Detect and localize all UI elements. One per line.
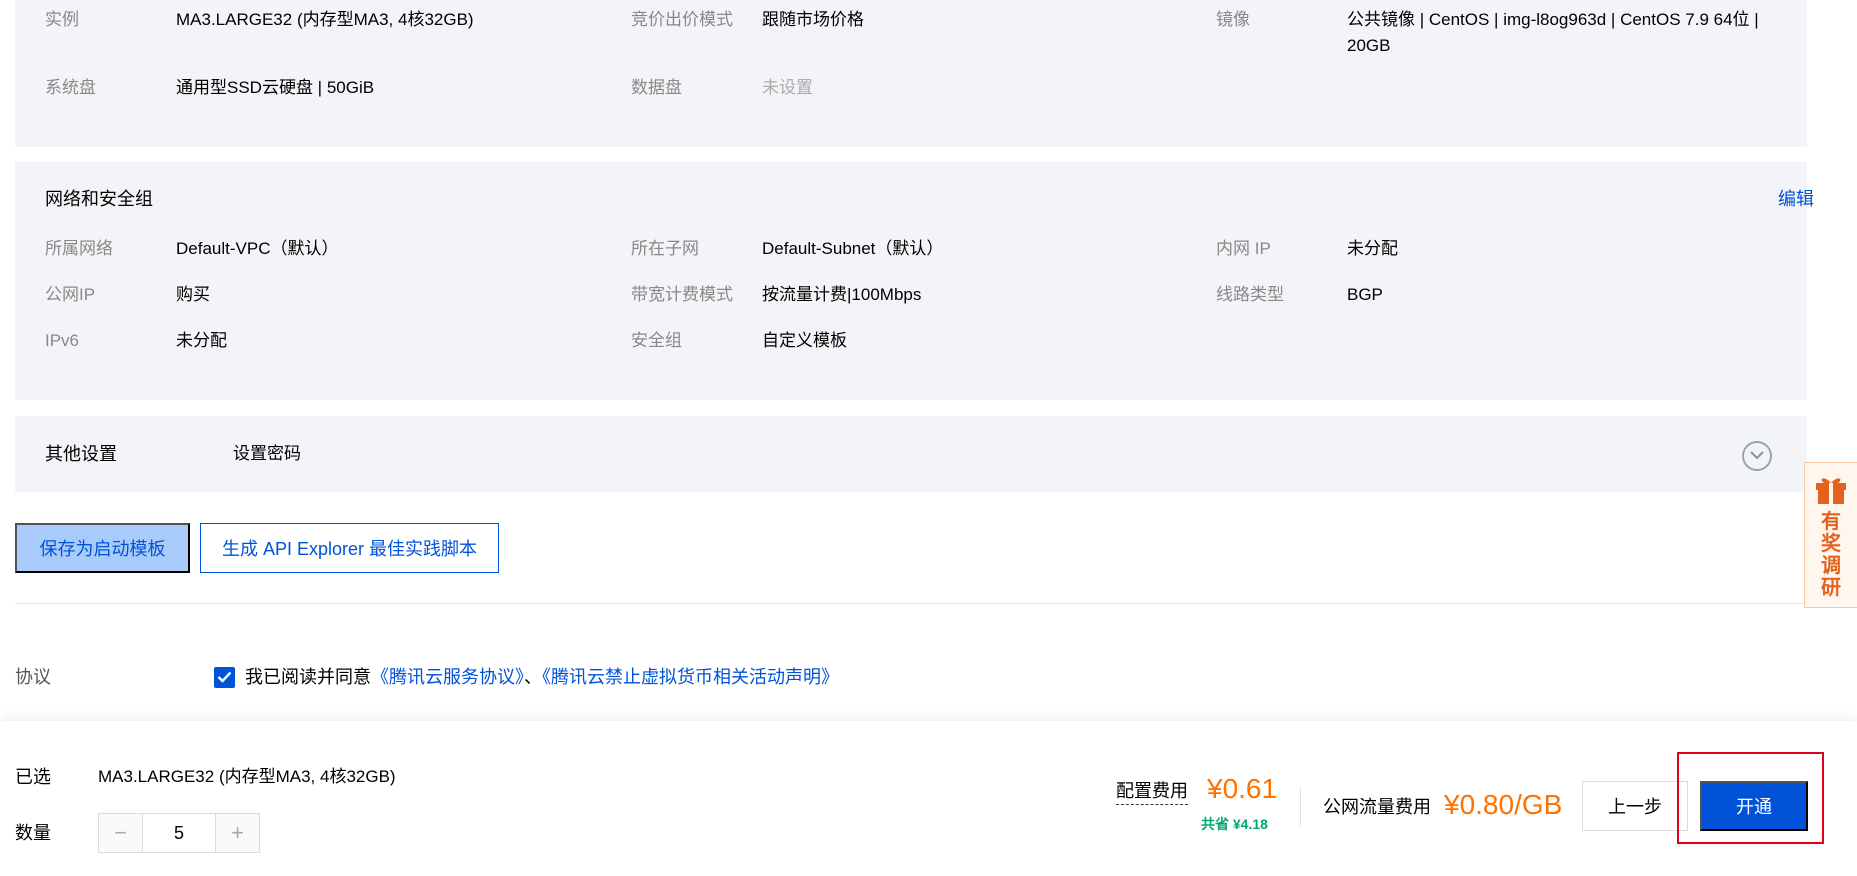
data-disk-label: 数据盘 xyxy=(631,78,682,97)
section-divider xyxy=(15,603,1807,604)
vpc-value: Default-VPC（默认） xyxy=(176,239,339,258)
instance-value: MA3.LARGE32 (内存型MA3, 4核32GB) xyxy=(176,10,474,29)
previous-step-button[interactable]: 上一步 xyxy=(1582,781,1688,831)
agreement-text: 我已阅读并同意《腾讯云服务协议》、《腾讯云禁止虚拟货币相关活动声明》 xyxy=(245,664,839,690)
quantity-decrement-button[interactable]: − xyxy=(99,814,142,852)
image-value: 公共镜像 | CentOS | img-l8og963d | CentOS 7.… xyxy=(1347,10,1759,55)
system-disk-value: 通用型SSD云硬盘 | 50GiB xyxy=(176,78,375,97)
bandwidth-mode-label: 带宽计费模式 xyxy=(631,285,733,304)
subnet-label: 所在子网 xyxy=(631,239,699,258)
agreement-prefix: 我已阅读并同意 xyxy=(245,667,371,687)
network-section-title: 网络和安全组 xyxy=(45,189,153,209)
bandwidth-mode-value: 按流量计费|100Mbps xyxy=(762,285,922,304)
selected-label: 已选 xyxy=(15,767,51,787)
instance-label: 实例 xyxy=(45,10,79,29)
highlight-box xyxy=(1677,752,1824,844)
survey-text: 有奖调研 xyxy=(1821,511,1841,599)
data-disk-value: 未设置 xyxy=(762,78,813,97)
config-summary-panel: 实例 MA3.LARGE32 (内存型MA3, 4核32GB) 竞价出价模式 跟… xyxy=(15,0,1807,147)
ipv6-label: IPv6 xyxy=(45,331,80,350)
private-ip-value: 未分配 xyxy=(1347,239,1398,258)
agreement-separator: 、 xyxy=(524,667,542,687)
service-agreement-link[interactable]: 《腾讯云服务协议》 xyxy=(371,667,524,687)
security-group-label: 安全组 xyxy=(631,331,682,350)
quantity-label: 数量 xyxy=(15,823,51,843)
network-security-panel: 网络和安全组 所属网络 Default-VPC（默认） 所在子网 Default… xyxy=(15,162,1807,400)
fee-divider xyxy=(1300,787,1301,827)
quantity-stepper: − 5 + xyxy=(98,813,260,853)
subnet-value: Default-Subnet（默认） xyxy=(762,239,944,258)
public-ip-label: 公网IP xyxy=(45,285,96,304)
config-fee-value: ¥0.61 xyxy=(1207,773,1278,804)
edit-network-link[interactable]: 编辑 xyxy=(1778,186,1814,212)
quantity-input[interactable]: 5 xyxy=(142,814,216,852)
save-as-launch-template-button[interactable]: 保存为启动模板 xyxy=(15,523,190,573)
chevron-down-circle-icon[interactable] xyxy=(1742,441,1772,471)
other-settings-title: 其他设置 xyxy=(45,444,117,464)
security-group-value: 自定义模板 xyxy=(762,331,847,350)
config-fee-label[interactable]: 配置费用 xyxy=(1116,778,1188,805)
ipv6-value: 未分配 xyxy=(176,331,227,350)
bidding-mode-label: 竞价出价模式 xyxy=(631,10,733,29)
traffic-fee-value: ¥0.80/GB xyxy=(1444,789,1563,820)
agreement-label: 协议 xyxy=(15,667,51,687)
image-label: 镜像 xyxy=(1216,10,1250,29)
other-settings-panel[interactable]: 其他设置 设置密码 xyxy=(15,416,1807,492)
gift-icon xyxy=(1816,478,1846,504)
line-type-label: 线路类型 xyxy=(1216,285,1284,304)
quantity-increment-button[interactable]: + xyxy=(216,814,259,852)
survey-tab[interactable]: 有奖调研 xyxy=(1804,462,1857,608)
private-ip-label: 内网 IP xyxy=(1216,239,1271,258)
traffic-fee-label: 公网流量费用 xyxy=(1323,797,1431,817)
system-disk-label: 系统盘 xyxy=(45,78,96,97)
generate-api-explorer-script-button[interactable]: 生成 API Explorer 最佳实践脚本 xyxy=(200,523,499,573)
crypto-declaration-link[interactable]: 《腾讯云禁止虚拟货币相关活动声明》 xyxy=(542,667,839,687)
bidding-mode-value: 跟随市场价格 xyxy=(762,10,864,29)
public-ip-value: 购买 xyxy=(176,285,210,304)
selected-value: MA3.LARGE32 (内存型MA3, 4核32GB) xyxy=(98,767,396,786)
other-settings-value: 设置密码 xyxy=(233,444,301,463)
purchase-footer xyxy=(0,721,1857,876)
line-type-value: BGP xyxy=(1347,285,1383,304)
vpc-label: 所属网络 xyxy=(45,239,113,258)
agreement-checkbox[interactable] xyxy=(214,667,235,688)
saving-note: 共省 ¥4.18 xyxy=(1201,816,1268,832)
check-icon xyxy=(217,671,232,683)
